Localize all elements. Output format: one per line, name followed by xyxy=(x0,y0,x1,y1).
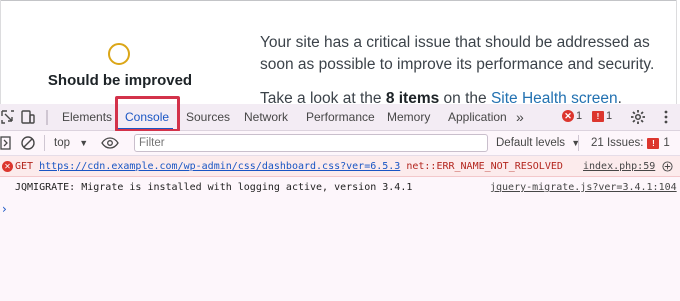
error-source-link[interactable]: index.php:59 xyxy=(583,156,655,177)
issues-count: 1 xyxy=(663,137,670,149)
default-levels-select[interactable]: Default levels ▼ xyxy=(496,135,580,151)
inspect-element-icon[interactable] xyxy=(0,109,16,125)
tab-performance[interactable]: Performance xyxy=(306,104,375,131)
on-the-text: on the xyxy=(439,90,491,104)
live-expression-eye-icon[interactable] xyxy=(101,135,119,151)
error-icon: ✕ xyxy=(562,110,574,122)
devtools-panel: Elements Console Sources Network Perform… xyxy=(0,96,680,301)
panel-left-border xyxy=(0,0,1,104)
tab-application[interactable]: Application xyxy=(448,104,507,131)
console-output: ✕ GET https://cdn.example.com/wp-admin/c… xyxy=(0,156,680,301)
error-url-link[interactable]: https://cdn.example.com/wp-admin/css/das… xyxy=(39,161,400,172)
error-method: GET xyxy=(15,161,40,172)
site-health-panel: Should be improved Your site has a criti… xyxy=(0,0,680,104)
tab-sources[interactable]: Sources xyxy=(186,104,230,131)
items-count: 8 items xyxy=(385,90,440,104)
log-message: JQMIGRATE: Migrate is installed with log… xyxy=(15,182,413,193)
panel-right-border xyxy=(676,0,677,104)
health-message: Your site has a critical issue that shou… xyxy=(260,34,655,73)
settings-gear-icon[interactable] xyxy=(630,109,646,125)
health-status-label: Should be improved xyxy=(47,72,193,89)
context-select-value: top xyxy=(54,137,70,149)
log-source-link[interactable]: jquery-migrate.js?ver=3.4.1:104 xyxy=(490,177,677,198)
tabbar-divider xyxy=(46,110,48,125)
site-health-screen-link[interactable]: Site Health screen xyxy=(491,90,618,104)
issue-flag-icon: ! xyxy=(592,110,604,122)
health-items-message: Take a look at the 8 items on the Site H… xyxy=(260,88,622,104)
devtools-tabbar: Elements Console Sources Network Perform… xyxy=(0,96,680,132)
warning-count: 1 xyxy=(606,110,613,122)
tab-elements[interactable]: Elements xyxy=(62,104,112,131)
chevron-down-icon: ▼ xyxy=(79,138,89,148)
error-count-badge[interactable]: ✕ 1 xyxy=(562,110,582,122)
tab-network[interactable]: Network xyxy=(244,104,288,131)
error-message: GET https://cdn.example.com/wp-admin/css… xyxy=(15,156,563,177)
filter-input[interactable] xyxy=(134,134,488,152)
filterbar-divider xyxy=(44,135,45,151)
health-status-ring-icon xyxy=(108,43,130,65)
clear-console-icon[interactable] xyxy=(20,135,36,151)
tab-memory[interactable]: Memory xyxy=(387,104,430,131)
console-log-row: JQMIGRATE: Migrate is installed with log… xyxy=(0,177,680,198)
console-filter-bar: top ▼ Default levels ▼ 21 Issues: ! 1 xyxy=(0,131,680,156)
suffix-text: . xyxy=(617,90,622,104)
error-text: net::ERR_NAME_NOT_RESOLVED xyxy=(400,161,563,172)
take-look-prefix: Take a look at the xyxy=(260,90,386,104)
error-icon: ✕ xyxy=(2,161,13,172)
show-sidebar-icon[interactable] xyxy=(0,135,12,151)
issue-flag-icon: ! xyxy=(647,137,660,149)
levels-select-value: Default levels xyxy=(496,137,566,149)
warning-count-badge[interactable]: ! 1 xyxy=(592,110,612,122)
filterbar-divider xyxy=(578,135,579,151)
panel-top-border xyxy=(0,0,677,1)
issues-button[interactable]: 21 Issues: ! 1 xyxy=(591,135,670,151)
context-select[interactable]: top ▼ xyxy=(54,135,88,151)
console-tab-highlight xyxy=(115,96,180,132)
console-prompt[interactable]: › xyxy=(2,202,7,216)
device-toolbar-icon[interactable] xyxy=(20,109,36,125)
more-tabs-icon[interactable]: » xyxy=(516,104,524,131)
ai-insights-icon[interactable] xyxy=(662,161,673,172)
error-count: 1 xyxy=(576,110,583,122)
issues-label: 21 Issues: xyxy=(591,137,644,149)
more-options-icon[interactable] xyxy=(658,109,674,125)
console-error-row: ✕ GET https://cdn.example.com/wp-admin/c… xyxy=(0,156,680,177)
